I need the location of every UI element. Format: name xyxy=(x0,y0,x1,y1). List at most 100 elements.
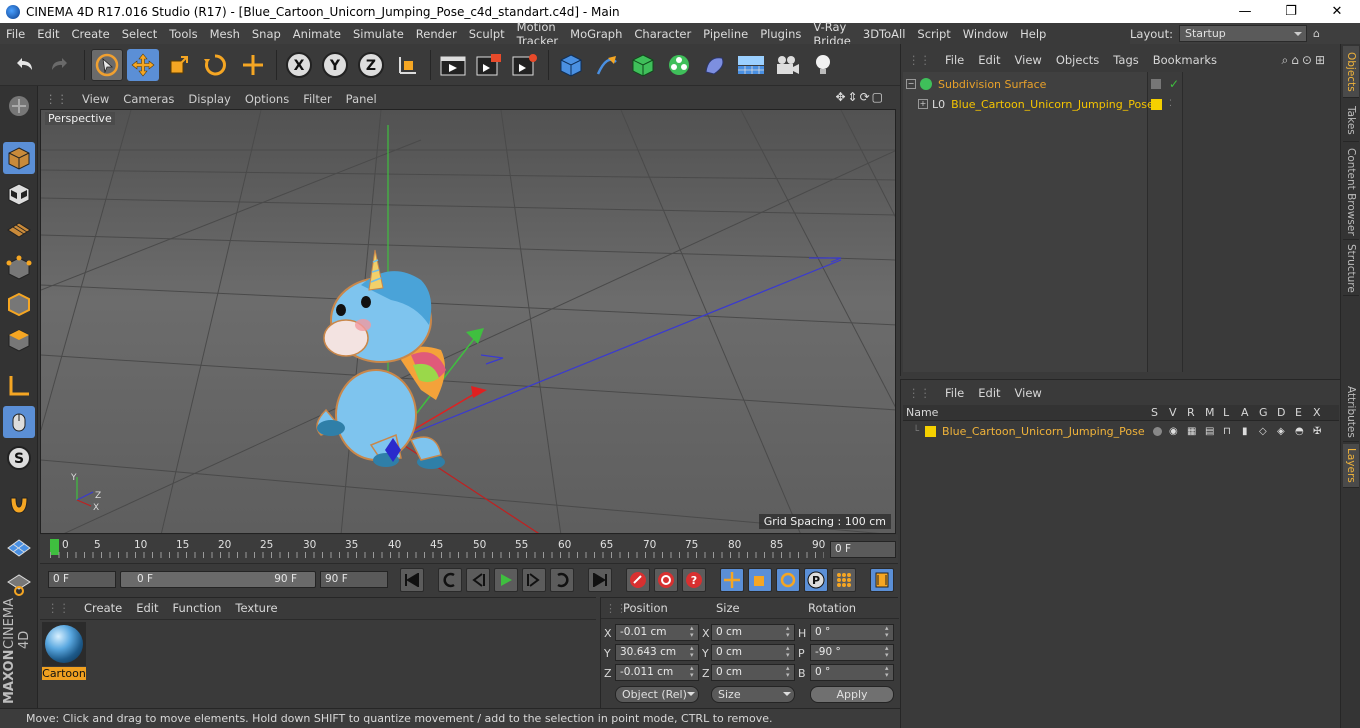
render-view-icon[interactable] xyxy=(437,49,469,81)
previous-key-icon[interactable] xyxy=(438,568,462,592)
material-swatch-cartoon[interactable]: Cartoon xyxy=(42,622,86,680)
menu-create[interactable]: Create xyxy=(66,27,116,41)
xref-icon[interactable]: ✠ xyxy=(1313,426,1321,437)
rotation-p-field[interactable]: -90 ° xyxy=(810,644,894,661)
menu-pipeline[interactable]: Pipeline xyxy=(697,27,754,41)
menu-mograph[interactable]: MoGraph xyxy=(564,27,628,41)
menu-edit[interactable]: Edit xyxy=(31,27,65,41)
menu-3dtoall[interactable]: 3DToAll xyxy=(857,27,912,41)
viewport-menu-cameras[interactable]: Cameras xyxy=(116,92,181,106)
close-button[interactable]: ✕ xyxy=(1314,0,1360,23)
workplane-icon[interactable] xyxy=(3,214,35,246)
menu-character[interactable]: Character xyxy=(628,27,697,41)
coordinate-system-icon[interactable] xyxy=(392,49,424,81)
cloner-icon[interactable] xyxy=(663,49,695,81)
model-mode-icon[interactable] xyxy=(3,142,35,174)
deformer-layer-icon[interactable]: ◈ xyxy=(1277,426,1285,437)
live-selection-icon[interactable] xyxy=(91,49,123,81)
material-grip-icon[interactable]: ⋮⋮ xyxy=(40,601,77,615)
solo-toggle-icon[interactable] xyxy=(1153,426,1162,436)
col-name[interactable]: Name xyxy=(906,406,938,419)
col-view[interactable]: V xyxy=(1169,406,1177,419)
current-frame-field[interactable]: 0 F xyxy=(830,541,896,558)
timeline-ticks[interactable]: 0 5 10 15 20 25 30 35 40 45 50 55 60 65 … xyxy=(48,537,828,559)
key-rotation-icon[interactable] xyxy=(776,568,800,592)
rotation-b-field[interactable]: 0 ° xyxy=(810,664,894,681)
object-tree[interactable] xyxy=(903,72,1147,372)
tab-layers[interactable]: Layers xyxy=(1343,444,1359,488)
grid-icon[interactable] xyxy=(3,532,35,564)
view-eye-icon[interactable]: ◉ xyxy=(1169,426,1178,437)
generator-icon[interactable]: ◇ xyxy=(1259,426,1267,437)
material-menu-function[interactable]: Function xyxy=(166,601,229,615)
magnet-icon[interactable] xyxy=(3,488,35,520)
rotation-h-field[interactable]: 0 ° xyxy=(810,624,894,641)
timeline-ruler[interactable]: 0 5 10 15 20 25 30 35 40 45 50 55 60 65 … xyxy=(40,535,898,563)
visibility-dots-icon[interactable] xyxy=(1151,79,1161,89)
object-name-subdivision[interactable]: Subdivision Surface xyxy=(938,78,1046,91)
material-menu-create[interactable]: Create xyxy=(77,601,129,615)
material-menu-edit[interactable]: Edit xyxy=(129,601,165,615)
layers-menu-view[interactable]: View xyxy=(1008,386,1049,400)
lock-icon[interactable]: ⊓ xyxy=(1223,426,1231,437)
menu-render[interactable]: Render xyxy=(410,27,463,41)
undo-icon[interactable] xyxy=(8,49,40,81)
axis-mode-icon[interactable] xyxy=(3,370,35,402)
visibility-dots-icon[interactable]: ⁚ xyxy=(1169,99,1172,109)
animation-icon[interactable]: ▮ xyxy=(1242,426,1248,437)
menu-mesh[interactable]: Mesh xyxy=(204,27,246,41)
tweak-mode-icon[interactable] xyxy=(3,406,35,438)
objects-menu-objects[interactable]: Objects xyxy=(1049,53,1106,67)
menu-file[interactable]: File xyxy=(0,27,31,41)
manager-icon[interactable]: ▤ xyxy=(1205,426,1214,437)
light-icon[interactable] xyxy=(807,49,839,81)
go-to-end-icon[interactable] xyxy=(588,568,612,592)
pen-icon[interactable] xyxy=(591,49,623,81)
deformer-icon[interactable] xyxy=(699,49,731,81)
size-x-field[interactable]: 0 cm xyxy=(711,624,795,641)
go-to-start-icon[interactable] xyxy=(400,568,424,592)
objects-menu-bookmarks[interactable]: Bookmarks xyxy=(1146,53,1224,67)
snapping-icon[interactable]: S xyxy=(3,442,35,474)
camera-icon[interactable] xyxy=(771,49,803,81)
key-position-icon[interactable] xyxy=(720,568,744,592)
object-row-unicorn[interactable]: + L0 Blue_Cartoon_Unicorn_Jumping_Pose ⁚ xyxy=(901,94,1339,114)
objects-grip-icon[interactable]: ⋮⋮ xyxy=(901,53,938,67)
recent-tool-icon[interactable] xyxy=(237,49,269,81)
viewport-menu-options[interactable]: Options xyxy=(238,92,296,106)
col-generators[interactable]: G xyxy=(1259,406,1268,419)
render-clapper-icon[interactable]: ▦ xyxy=(1187,426,1196,437)
viewport-nav-icons[interactable]: ✥⇕⟳▢ xyxy=(828,90,892,104)
size-z-field[interactable]: 0 cm xyxy=(711,664,795,681)
render-settings-icon[interactable] xyxy=(509,49,541,81)
start-frame-field[interactable]: 0 F xyxy=(48,571,116,588)
texture-mode-icon[interactable] xyxy=(3,178,35,210)
tab-takes[interactable]: Takes xyxy=(1343,100,1359,142)
make-editable-icon[interactable] xyxy=(3,90,35,122)
col-solo[interactable]: S xyxy=(1151,406,1158,419)
record-keys-icon[interactable] xyxy=(626,568,650,592)
apply-button[interactable]: Apply xyxy=(810,686,894,703)
keyframe-selection-icon[interactable]: ? xyxy=(682,568,706,592)
menu-help[interactable]: Help xyxy=(1014,27,1052,41)
position-x-field[interactable]: -0.01 cm xyxy=(615,624,699,641)
floor-icon[interactable] xyxy=(735,49,767,81)
x-axis-icon[interactable]: X xyxy=(283,49,315,81)
key-pla-icon[interactable] xyxy=(832,568,856,592)
layer-color-swatch[interactable] xyxy=(1151,98,1162,110)
layout-dropdown[interactable]: Startup xyxy=(1178,25,1307,42)
material-menu-texture[interactable]: Texture xyxy=(228,601,284,615)
minimize-button[interactable]: — xyxy=(1222,0,1268,23)
col-deformers[interactable]: D xyxy=(1277,406,1285,419)
menu-plugins[interactable]: Plugins xyxy=(754,27,807,41)
preview-range-slider[interactable]: 0 F 90 F xyxy=(120,571,316,588)
next-key-icon[interactable] xyxy=(550,568,574,592)
menu-select[interactable]: Select xyxy=(116,27,163,41)
col-animation[interactable]: A xyxy=(1241,406,1249,419)
z-axis-icon[interactable]: Z xyxy=(355,49,387,81)
expand-toggle-icon[interactable]: − xyxy=(906,79,916,89)
end-frame-field[interactable]: 90 F xyxy=(320,571,388,588)
cube-icon[interactable] xyxy=(555,49,587,81)
position-z-field[interactable]: -0.011 cm xyxy=(615,664,699,681)
size-y-field[interactable]: 0 cm xyxy=(711,644,795,661)
